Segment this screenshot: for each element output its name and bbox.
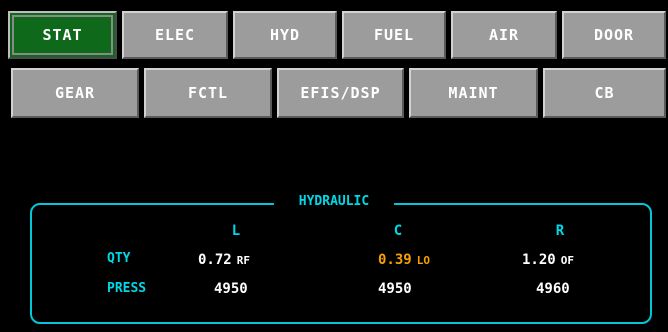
eicas-status-display: STAT ELEC HYD FUEL AIR DOOR GEAR FCTL EF… xyxy=(0,0,668,332)
left-qty-readout: 0.72 RF xyxy=(198,250,250,270)
center-system-header: C xyxy=(393,223,403,239)
right-qty-readout: 1.20 OF xyxy=(522,250,574,270)
hyd-page-button[interactable]: HYD xyxy=(233,11,337,59)
air-page-button[interactable]: AIR xyxy=(451,11,557,59)
right-qty-value: 1.20 xyxy=(522,252,556,268)
center-qty-readout: 0.39 LO xyxy=(378,250,430,270)
center-press-value: 4950 xyxy=(378,281,412,297)
stat-page-button[interactable]: STAT xyxy=(8,11,117,59)
efis-dsp-page-button[interactable]: EFIS/DSP xyxy=(277,68,404,118)
right-qty-flag: OF xyxy=(560,254,574,267)
left-system-header: L xyxy=(231,223,241,239)
fctl-page-button[interactable]: FCTL xyxy=(144,68,272,118)
maint-page-button[interactable]: MAINT xyxy=(409,68,538,118)
right-system-header: R xyxy=(555,223,565,239)
press-row-label: PRESS xyxy=(107,281,147,296)
left-press-value: 4950 xyxy=(214,281,248,297)
left-qty-flag: RF xyxy=(236,254,250,267)
fuel-page-button[interactable]: FUEL xyxy=(342,11,446,59)
center-qty-value: 0.39 xyxy=(378,252,412,268)
center-qty-flag: LO xyxy=(416,254,430,267)
gear-page-button[interactable]: GEAR xyxy=(11,68,139,118)
right-press-value: 4960 xyxy=(536,281,570,297)
cb-page-button[interactable]: CB xyxy=(543,68,666,118)
hydraulic-panel-title: HYDRAULIC xyxy=(274,193,394,211)
elec-page-button[interactable]: ELEC xyxy=(122,11,228,59)
left-qty-value: 0.72 xyxy=(198,252,232,268)
qty-row-label: QTY xyxy=(107,251,131,266)
door-page-button[interactable]: DOOR xyxy=(562,11,666,59)
